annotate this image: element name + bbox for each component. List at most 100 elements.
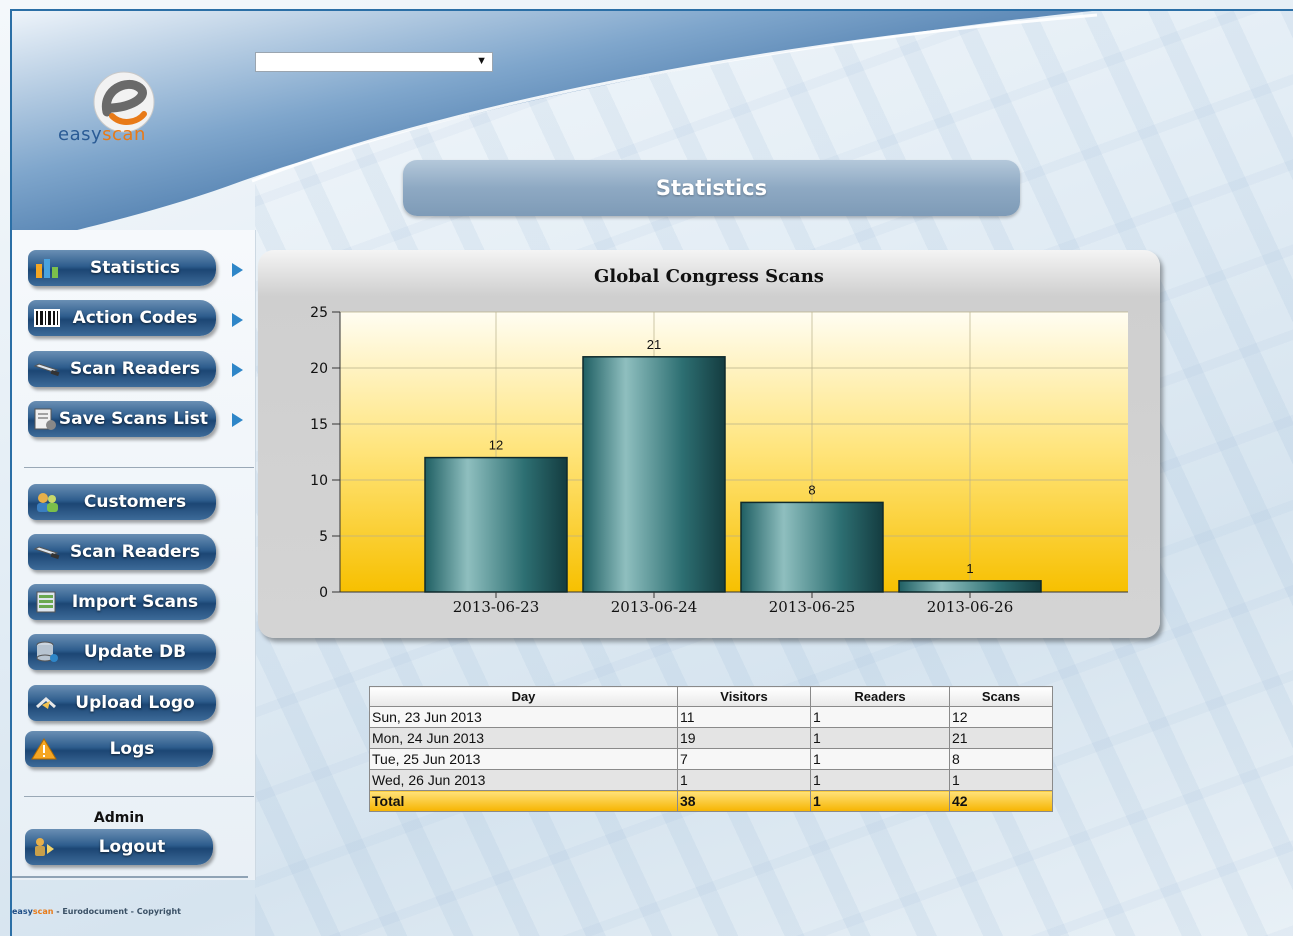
table-total-row: Total 38 1 42 (369, 790, 1053, 812)
cell-readers: 1 (810, 727, 950, 749)
cell-scans: 1 (949, 769, 1053, 791)
x-tick-label: 2013-06-26 (927, 598, 1013, 616)
menu-upload-logo-button[interactable]: Upload Logo (28, 685, 216, 721)
bar (740, 501, 884, 593)
data-label: 1 (966, 561, 973, 576)
save-list-icon (32, 406, 59, 432)
menu-customers-label: Customers (83, 492, 187, 512)
y-tick-label: 5 (319, 529, 328, 545)
col-header-day: Day (369, 686, 678, 707)
table-row: Wed, 26 Jun 2013 1 1 1 (369, 769, 1053, 791)
page-title-text: Statistics (655, 176, 768, 200)
data-label: 8 (808, 482, 815, 497)
total-label: Total (369, 790, 678, 812)
col-header-scans: Scans (949, 686, 1053, 707)
menu-logs-button[interactable]: Logs (25, 731, 213, 767)
statistics-table: Day Visitors Readers Scans Sun, 23 Jun 2… (369, 686, 1053, 812)
bar (582, 356, 726, 593)
table-row: Sun, 23 Jun 2013 11 1 12 (369, 706, 1053, 728)
bar-chart: 0 5 10 15 20 25 12 2013-06-23 21 2013-06-24 8 2013-… (310, 305, 1128, 616)
scanner-icon (32, 356, 62, 382)
bar-chart-icon (32, 255, 62, 281)
x-tick-label: 2013-06-25 (769, 598, 855, 616)
logout-label: Logout (98, 837, 166, 857)
table-header-row: Day Visitors Readers Scans (369, 686, 1053, 707)
data-label: 12 (489, 438, 503, 453)
table-row: Mon, 24 Jun 2013 19 1 21 (369, 727, 1053, 749)
sidebar-divider (24, 467, 254, 468)
chart-panel: Global Congress Scans 0 5 10 15 20 25 12 2013-0… (258, 250, 1160, 638)
logout-icon (29, 834, 59, 860)
sidebar-divider (24, 796, 254, 797)
cell-readers: 1 (810, 748, 950, 770)
cell-scans: 12 (949, 706, 1053, 728)
footer-brand-easy: easy (12, 907, 33, 916)
project-select[interactable]: ▼ (255, 52, 493, 72)
customers-icon (32, 489, 62, 515)
current-user-label: Admin (93, 810, 145, 826)
logout-button[interactable]: Logout (25, 829, 213, 865)
import-icon (32, 589, 62, 615)
logo-text-easy: easy (58, 124, 103, 145)
cell-scans: 21 (949, 727, 1053, 749)
footer-brand-scan: scan (32, 907, 54, 916)
y-tick-label: 25 (310, 305, 328, 321)
data-label: 21 (647, 337, 661, 352)
menu-upload-logo-label: Upload Logo (75, 693, 195, 713)
submenu-arrow-icon[interactable] (232, 363, 243, 377)
cell-visitors: 19 (677, 727, 811, 749)
cell-day: Tue, 25 Jun 2013 (369, 748, 678, 770)
dropdown-arrow-icon: ▼ (476, 55, 487, 67)
sidebar-bottom-line (12, 876, 248, 878)
total-visitors: 38 (677, 790, 811, 812)
menu-scan-readers-label: Scan Readers (69, 359, 201, 379)
bar (898, 580, 1042, 593)
col-header-visitors: Visitors (677, 686, 811, 707)
menu-save-scans-list-label: Save Scans List (58, 409, 208, 429)
upload-icon (32, 690, 62, 716)
footer-text: - Eurodocument - Copyright (53, 907, 181, 916)
cell-visitors: 1 (677, 769, 811, 791)
menu-scan-readers-2-button[interactable]: Scan Readers (28, 534, 216, 570)
menu-statistics-label: Statistics (89, 258, 181, 278)
barcode-icon (32, 305, 62, 331)
menu-customers-button[interactable]: Customers (28, 484, 216, 520)
menu-update-db-label: Update DB (83, 642, 187, 662)
col-header-readers: Readers (810, 686, 950, 707)
submenu-arrow-icon[interactable] (232, 313, 243, 327)
cell-readers: 1 (810, 706, 950, 728)
frame-top (10, 9, 1293, 11)
bar (424, 456, 568, 593)
warning-icon (29, 736, 59, 762)
y-tick-label: 15 (310, 417, 328, 433)
menu-update-db-button[interactable]: Update DB (28, 634, 216, 670)
menu-import-scans-button[interactable]: Import Scans (28, 584, 216, 620)
menu-action-codes-label: Action Codes (72, 308, 198, 328)
cell-scans: 8 (949, 748, 1053, 770)
menu-logs-label: Logs (109, 739, 155, 759)
menu-import-scans-label: Import Scans (71, 592, 199, 612)
scanner-icon (32, 539, 62, 565)
cell-readers: 1 (810, 769, 950, 791)
x-tick-label: 2013-06-24 (611, 598, 697, 616)
menu-save-scans-list-button[interactable]: Save Scans List (28, 401, 216, 437)
footer-copyright: easyscan - Eurodocument - Copyright (12, 907, 181, 916)
database-icon (32, 639, 62, 665)
menu-scan-readers-button[interactable]: Scan Readers (28, 351, 216, 387)
page-title: Statistics (403, 160, 1020, 216)
logo-text-scan: scan (102, 124, 146, 145)
cell-visitors: 7 (677, 748, 811, 770)
cell-day: Mon, 24 Jun 2013 (369, 727, 678, 749)
menu-scan-readers-2-label: Scan Readers (69, 542, 201, 562)
x-tick-label: 2013-06-23 (453, 598, 539, 616)
menu-statistics-button[interactable]: Statistics (28, 250, 216, 286)
table-row: Tue, 25 Jun 2013 7 1 8 (369, 748, 1053, 770)
cell-visitors: 11 (677, 706, 811, 728)
total-scans: 42 (949, 790, 1053, 812)
y-tick-label: 10 (310, 473, 328, 489)
menu-action-codes-button[interactable]: Action Codes (28, 300, 216, 336)
submenu-arrow-icon[interactable] (232, 263, 243, 277)
cell-day: Wed, 26 Jun 2013 (369, 769, 678, 791)
cell-day: Sun, 23 Jun 2013 (369, 706, 678, 728)
submenu-arrow-icon[interactable] (232, 413, 243, 427)
